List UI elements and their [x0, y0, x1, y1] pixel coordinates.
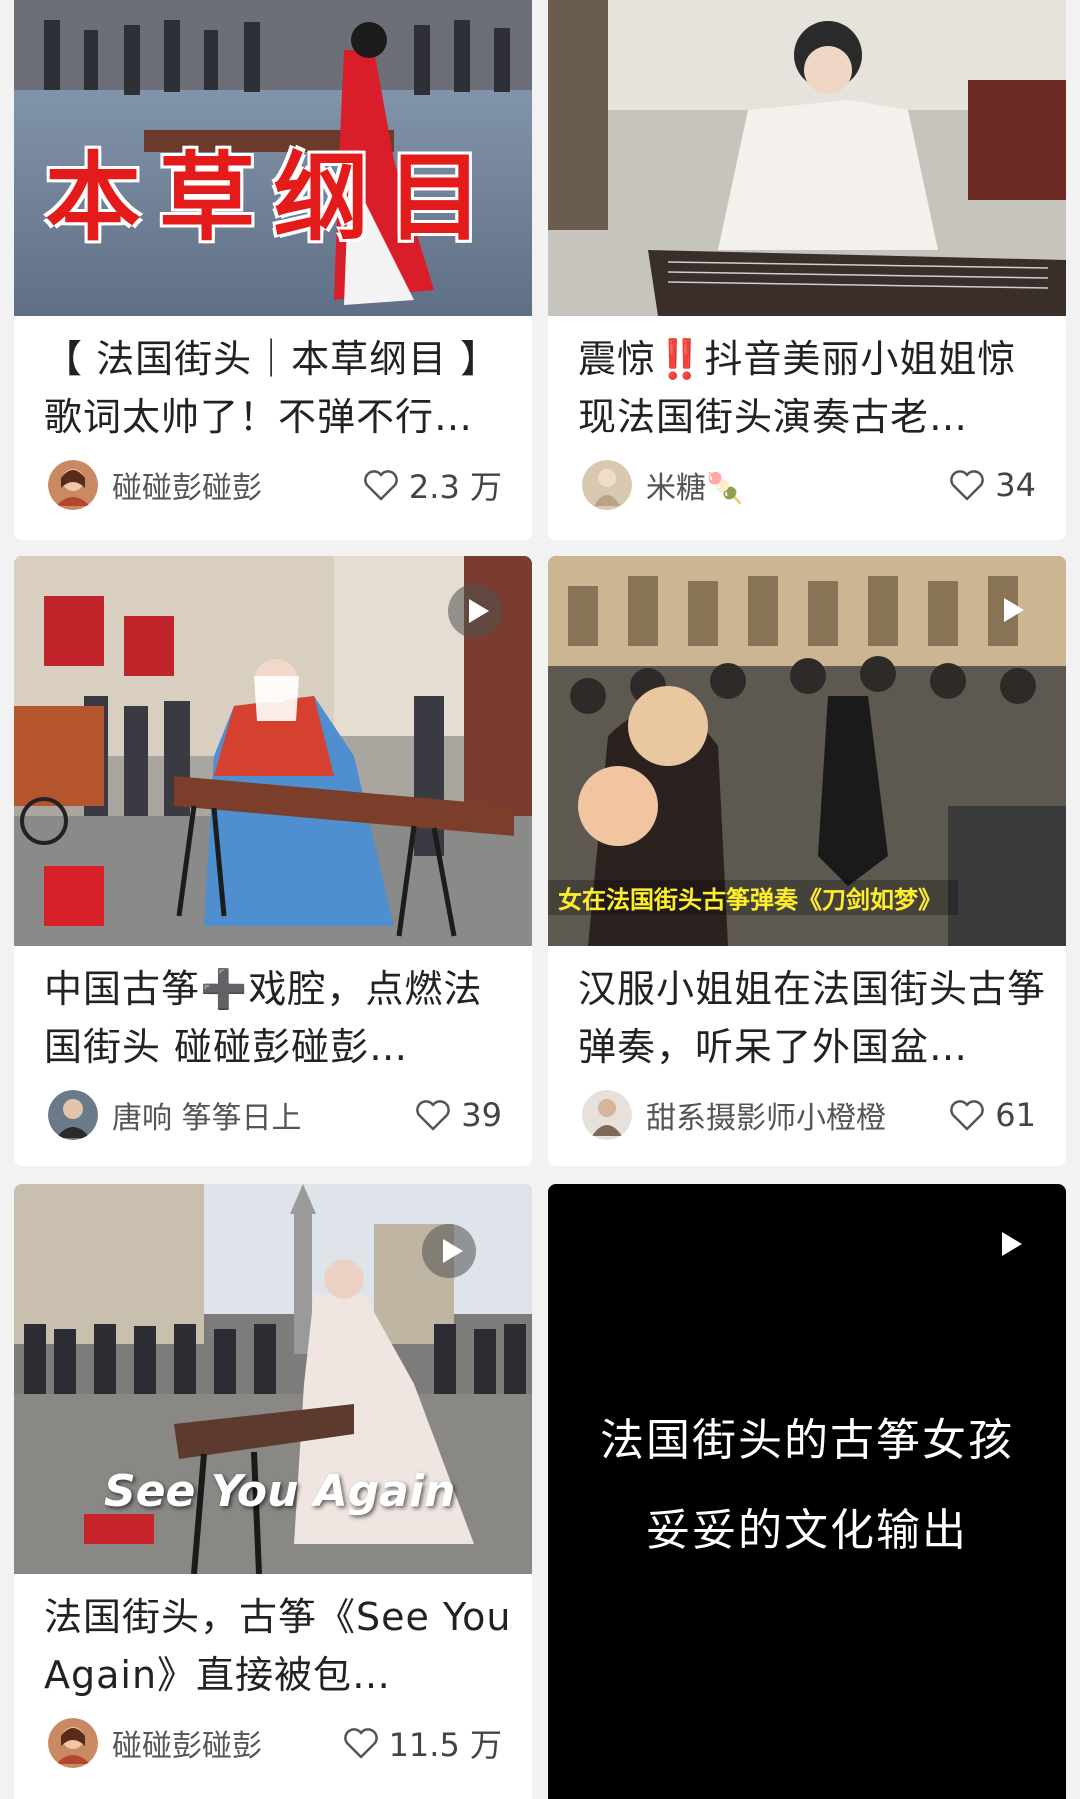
like-button[interactable]: 61 — [949, 1096, 1036, 1134]
card-title[interactable]: 法国街头，古筝《See You Again》直接被包… — [44, 1588, 514, 1704]
card-title[interactable]: 中国古筝➕戏腔，点燃法国街头 碰碰彭碰彭… — [44, 960, 514, 1076]
like-button[interactable]: 11.5 万 — [343, 1720, 502, 1766]
card-title[interactable]: 震惊‼️抖音美丽小姐姐惊现法国街头演奏古老… — [578, 330, 1048, 446]
heart-icon — [950, 1100, 985, 1131]
card-body: 【 法国街头｜本草纲目 】歌词太帅了！不弹不行… 碰碰彭碰彭 2.3 万 — [14, 316, 532, 512]
like-count: 39 — [461, 1096, 502, 1134]
like-button[interactable]: 39 — [415, 1096, 502, 1134]
feed-card-5[interactable]: See You Again 法国街头，古筝《See You Again》直接被包… — [14, 1184, 532, 1799]
author-name[interactable]: 碰碰彭碰彭 — [112, 1721, 343, 1765]
like-count: 2.3 万 — [408, 468, 502, 506]
like-count: 61 — [995, 1096, 1036, 1134]
video-text-line-1: 法国街头的古筝女孩 — [600, 1415, 1014, 1466]
street-performer-image — [548, 0, 1066, 316]
author-name[interactable]: 唐响 筝筝日上 — [112, 1093, 415, 1137]
feed-card-2[interactable]: 震惊‼️抖音美丽小姐姐惊现法国街头演奏古老… 米糖🍡 34 — [548, 0, 1066, 540]
card-body: 汉服小姐姐在法国街头古筝弹奏，听呆了外国盆… 甜系摄影师小橙橙 61 — [548, 946, 1066, 1142]
feed-grid: 本草纲目 【 法国街头｜本草纲目 】歌词太帅了！不弹不行… 碰碰彭碰彭 2.3 … — [0, 0, 1080, 1799]
video-caption-overlay: 女在法国街头古筝弹奏《刀剑如梦》 — [548, 880, 958, 915]
play-icon[interactable] — [1002, 1232, 1022, 1256]
play-icon[interactable] — [1004, 598, 1024, 622]
heart-icon — [343, 1728, 378, 1759]
card-meta: 唐响 筝筝日上 39 — [44, 1088, 514, 1142]
video-thumbnail[interactable] — [548, 0, 1066, 316]
card-title[interactable]: 【 法国街头｜本草纲目 】歌词太帅了！不弹不行… — [44, 330, 514, 446]
author-avatar[interactable] — [48, 1718, 98, 1768]
feed-card-1[interactable]: 本草纲目 【 法国街头｜本草纲目 】歌词太帅了！不弹不行… 碰碰彭碰彭 2.3 … — [14, 0, 532, 540]
card-body: 中国古筝➕戏腔，点燃法国街头 碰碰彭碰彭… 唐响 筝筝日上 39 — [14, 946, 532, 1142]
video-thumbnail[interactable]: 女在法国街头古筝弹奏《刀剑如梦》 — [548, 556, 1066, 946]
heart-icon — [950, 470, 985, 501]
like-button[interactable]: 34 — [949, 466, 1036, 504]
feed-card-4[interactable]: 女在法国街头古筝弹奏《刀剑如梦》 汉服小姐姐在法国街头古筝弹奏，听呆了外国盆… … — [548, 556, 1066, 1166]
play-icon[interactable] — [448, 584, 502, 638]
video-thumbnail[interactable] — [14, 556, 532, 946]
like-count: 34 — [995, 466, 1036, 504]
video-title-overlay: See You Again — [104, 1466, 456, 1517]
double-exclamation-icon: ‼️ — [656, 337, 705, 381]
author-name[interactable]: 甜系摄影师小橙橙 — [646, 1093, 949, 1137]
author-name[interactable]: 米糖🍡 — [646, 463, 949, 507]
card-title[interactable]: 汉服小姐姐在法国街头古筝弹奏，听呆了外国盆… — [578, 960, 1048, 1076]
author-avatar[interactable] — [582, 460, 632, 510]
card-meta: 米糖🍡 34 — [578, 458, 1048, 512]
play-icon[interactable] — [422, 1224, 476, 1278]
feed-card-6[interactable]: 法国街头的古筝女孩 妥妥的文化输出 — [548, 1184, 1066, 1799]
heart-icon — [416, 1100, 451, 1131]
author-avatar[interactable] — [582, 1090, 632, 1140]
heart-icon — [364, 470, 398, 501]
card-body: 法国街头，古筝《See You Again》直接被包… 碰碰彭碰彭 11.5 万 — [14, 1574, 532, 1770]
title-prefix: 中国古筝 — [44, 967, 201, 1011]
card-meta: 甜系摄影师小橙橙 61 — [578, 1088, 1048, 1142]
author-avatar[interactable] — [48, 1090, 98, 1140]
thumbnail-title-overlay: 本草纲目 — [45, 141, 501, 254]
author-avatar[interactable] — [48, 460, 98, 510]
title-prefix: 震惊 — [578, 337, 657, 381]
card-body: 震惊‼️抖音美丽小姐姐惊现法国街头演奏古老… 米糖🍡 34 — [548, 316, 1066, 512]
card-meta: 碰碰彭碰彭 11.5 万 — [44, 1716, 514, 1770]
video-text-line-2: 妥妥的文化输出 — [646, 1505, 968, 1556]
video-thumbnail[interactable]: 本草纲目 — [14, 0, 532, 316]
author-name[interactable]: 碰碰彭碰彭 — [112, 463, 363, 507]
like-count: 11.5 万 — [388, 1726, 502, 1764]
plus-icon: ➕ — [200, 967, 249, 1011]
video-thumbnail[interactable]: See You Again — [14, 1184, 532, 1574]
feed-card-3[interactable]: 中国古筝➕戏腔，点燃法国街头 碰碰彭碰彭… 唐响 筝筝日上 39 — [14, 556, 532, 1166]
card-meta: 碰碰彭碰彭 2.3 万 — [44, 458, 514, 512]
like-button[interactable]: 2.3 万 — [363, 462, 502, 508]
